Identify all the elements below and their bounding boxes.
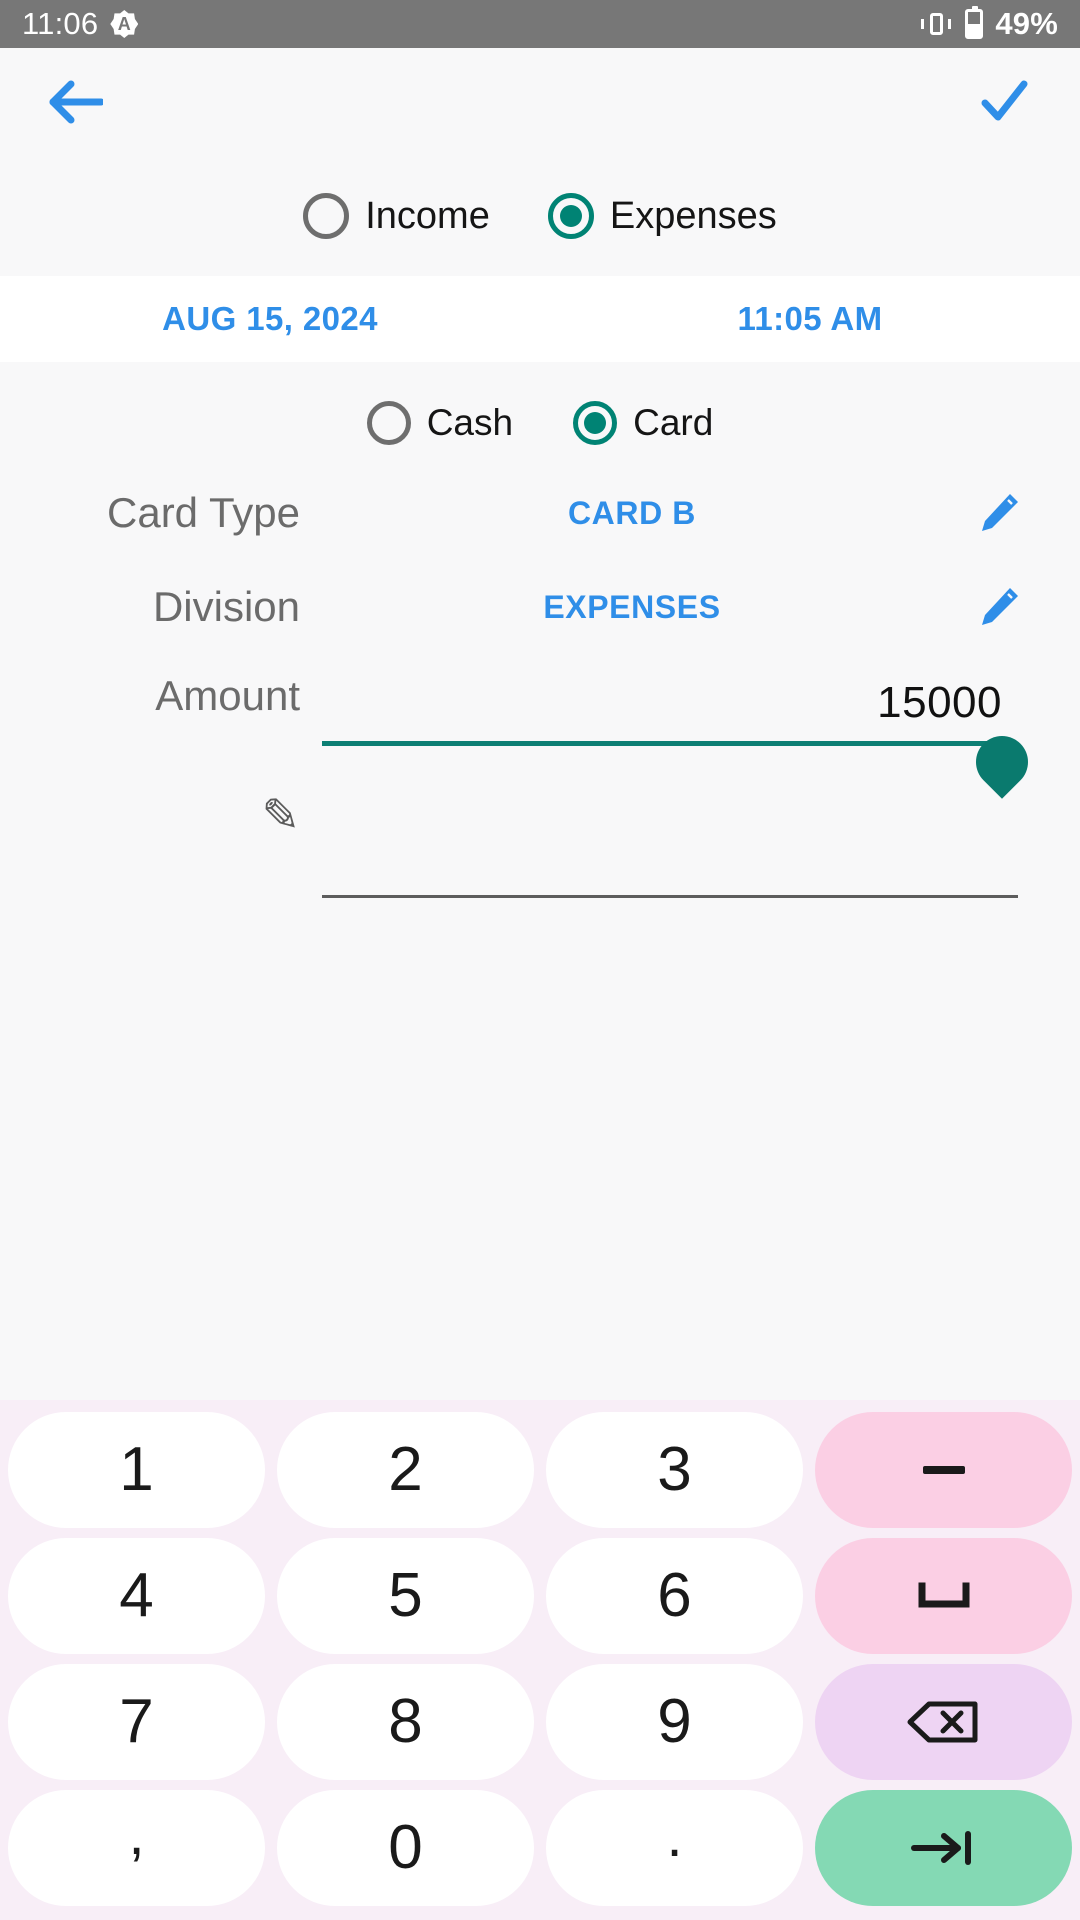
key-comma[interactable]: , [8,1790,265,1906]
card-type-value-wrap[interactable]: CARD B [308,495,956,532]
pencil-icon [982,588,1018,625]
amount-input[interactable]: 15000 [322,668,1039,799]
division-row: Division EXPENSES [0,560,1080,654]
cash-label: Cash [426,402,514,443]
card-type-label: Card Type [107,489,300,536]
status-bar-left: 11:06 A [22,6,139,42]
minus-icon [922,1466,965,1474]
pencil-icon [982,494,1018,531]
keyboard-row-4: , 0 . [8,1790,1072,1906]
numeric-keyboard: 1 2 3 4 5 6 7 8 9 , 0 . [0,1400,1080,1920]
division-label: Division [152,583,300,630]
radio-option-card[interactable]: Card [573,401,713,445]
back-button[interactable] [38,64,114,140]
amount-underline [322,741,1002,746]
keyboard-row-1: 1 2 3 [8,1412,1072,1528]
division-value: EXPENSES [543,588,721,625]
key-7[interactable]: 7 [8,1664,265,1780]
division-edit-button[interactable] [956,585,1042,629]
expenses-radio-dot [559,205,582,227]
key-1[interactable]: 1 [8,1412,265,1528]
status-bar-right: 49% [919,6,1058,42]
battery-icon [965,6,984,39]
notification-badge-icon: A [110,10,139,38]
check-icon [981,80,1028,121]
date-button[interactable]: AUG 15, 2024 [0,300,540,338]
key-9[interactable]: 9 [546,1664,803,1780]
key-8[interactable]: 8 [277,1664,534,1780]
expenses-radio[interactable] [547,193,594,239]
app-bar [0,48,1080,156]
card-type-edit-button[interactable] [956,491,1042,535]
card-radio[interactable] [573,401,618,445]
note-underline [322,895,1018,898]
confirm-button[interactable] [966,64,1042,140]
tab-next-icon [910,1831,971,1865]
backspace-icon [907,1701,977,1743]
datetime-bar: AUG 15, 2024 11:05 AM [0,276,1080,362]
key-6[interactable]: 6 [546,1538,803,1654]
transaction-type-group: Income Expenses [0,156,1080,276]
card-type-row: Card Type CARD B [0,466,1080,560]
status-bar: 11:06 A 49% [0,0,1080,48]
note-icon-wrap: ✎ [38,788,308,838]
amount-row: Amount 15000 [0,668,1080,799]
form-body: Cash Card Card Type CARD B Division EXPE… [0,362,1080,1400]
radio-option-expenses[interactable]: Expenses [547,193,777,239]
card-radio-dot [584,412,607,434]
income-radio[interactable] [303,193,350,239]
note-row: ✎ [0,788,1080,898]
note-input[interactable] [322,788,1018,898]
amount-value: 15000 [877,678,1002,727]
keyboard-row-2: 4 5 6 [8,1538,1072,1654]
key-2[interactable]: 2 [277,1412,534,1528]
expenses-label: Expenses [609,194,777,237]
key-5[interactable]: 5 [277,1538,534,1654]
next-key[interactable] [815,1790,1072,1906]
app-root: 11:06 A 49% Income Expenses AUG 15, 2024… [0,0,1080,1920]
radio-option-cash[interactable]: Cash [366,401,514,445]
key-4[interactable]: 4 [8,1538,265,1654]
card-type-value: CARD B [567,494,697,531]
minus-key[interactable] [815,1412,1072,1528]
key-3[interactable]: 3 [546,1412,803,1528]
cash-radio[interactable] [366,401,411,445]
battery-percent: 49% [995,6,1058,41]
keyboard-row-3: 7 8 9 [8,1664,1072,1780]
income-label: Income [365,194,490,237]
pencil-outline-icon: ✎ [261,789,300,841]
key-period[interactable]: . [546,1790,803,1906]
time-button[interactable]: 11:05 AM [540,300,1080,338]
division-value-wrap[interactable]: EXPENSES [308,589,956,626]
card-label: Card [633,402,714,443]
payment-method-group: Cash Card [0,362,1080,466]
back-arrow-icon [49,80,103,124]
status-clock: 11:06 [22,6,99,41]
space-key[interactable] [815,1538,1072,1654]
space-icon [918,1582,969,1608]
key-0[interactable]: 0 [277,1790,534,1906]
vibrate-icon [919,10,953,38]
backspace-key[interactable] [815,1664,1072,1780]
amount-label: Amount [155,672,300,719]
radio-option-income[interactable]: Income [303,193,490,239]
